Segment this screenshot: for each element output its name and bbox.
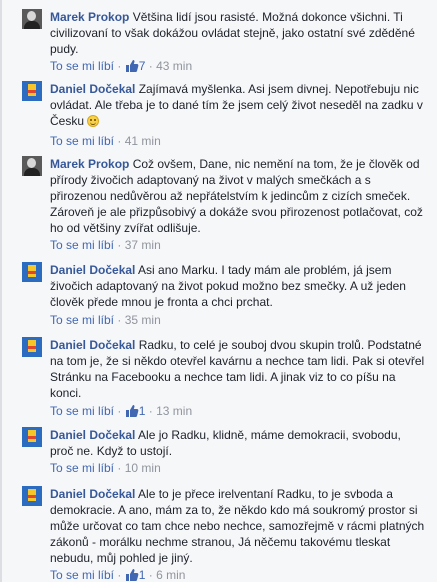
separator: ·	[148, 568, 153, 582]
timestamp[interactable]: 10 min	[125, 461, 161, 475]
comment-body: Marek Prokop Což ovšem, Dane, nic nemění…	[50, 156, 426, 236]
avatar[interactable]	[22, 156, 42, 176]
comment-author[interactable]: Marek Prokop	[50, 157, 129, 171]
avatar[interactable]	[22, 9, 42, 29]
comment-author[interactable]: Daniel Dočekal	[50, 263, 135, 277]
avatar[interactable]	[22, 337, 42, 357]
separator: ·	[148, 404, 153, 418]
comment-actions: To se mi líbí · 7 · 43 min	[50, 58, 192, 74]
comment-body: Daniel Dočekal Asi ano Marku. I tady mám…	[50, 262, 426, 310]
avatar[interactable]	[22, 81, 42, 101]
comment-author[interactable]: Daniel Dočekal	[50, 428, 135, 442]
comment-author[interactable]: Daniel Dočekal	[50, 487, 135, 501]
thumbs-up-icon	[125, 569, 139, 581]
separator: ·	[117, 568, 122, 582]
like-count[interactable]: 7	[139, 59, 146, 73]
comment-body: Marek Prokop Většina lidí jsou rasisté. …	[50, 9, 426, 57]
comment-thread: Marek Prokop Většina lidí jsou rasisté. …	[0, 0, 437, 582]
like-button[interactable]: To se mi líbí	[50, 59, 114, 73]
like-count[interactable]: 1	[139, 568, 146, 582]
separator: ·	[117, 461, 122, 475]
thumbs-up-icon	[125, 60, 139, 72]
like-button[interactable]: To se mi líbí	[50, 134, 114, 148]
avatar[interactable]	[22, 262, 42, 282]
comment-body: Daniel Dočekal Zajímavá myšlenka. Asi js…	[50, 81, 426, 129]
like-count[interactable]: 1	[139, 404, 146, 418]
separator: ·	[148, 59, 153, 73]
comment-actions: To se mi líbí · 10 min	[50, 460, 161, 476]
like-button[interactable]: To se mi líbí	[50, 568, 114, 582]
timestamp[interactable]: 13 min	[156, 404, 192, 418]
comment-body: Daniel Dočekal Ale jo Radku, klidně, mám…	[50, 427, 426, 459]
like-button[interactable]: To se mi líbí	[50, 461, 114, 475]
comment-actions: To se mi líbí · 41 min	[50, 133, 161, 149]
timestamp[interactable]: 37 min	[125, 238, 161, 252]
comment-author[interactable]: Daniel Dočekal	[50, 338, 135, 352]
separator: ·	[117, 404, 122, 418]
thumbs-up-icon	[125, 405, 139, 417]
avatar[interactable]	[22, 486, 42, 506]
comment-body: Daniel Dočekal Ale to je přece irelventa…	[50, 486, 426, 566]
timestamp[interactable]: 41 min	[125, 134, 161, 148]
avatar[interactable]	[22, 427, 42, 447]
separator: ·	[117, 134, 122, 148]
like-button[interactable]: To se mi líbí	[50, 313, 114, 327]
comment-body: Daniel Dočekal Radku, to celé je souboj …	[50, 337, 426, 401]
comment-actions: To se mi líbí · 1 · 6 min	[50, 567, 185, 582]
like-button[interactable]: To se mi líbí	[50, 404, 114, 418]
thread-rail	[0, 0, 2, 582]
like-button[interactable]: To se mi líbí	[50, 238, 114, 252]
smile-emoji-icon	[87, 115, 100, 127]
comment-author[interactable]: Daniel Dočekal	[50, 82, 135, 96]
timestamp[interactable]: 35 min	[125, 313, 161, 327]
separator: ·	[117, 238, 122, 252]
comment-actions: To se mi líbí · 37 min	[50, 237, 161, 253]
comment-author[interactable]: Marek Prokop	[50, 10, 129, 24]
timestamp[interactable]: 6 min	[156, 568, 185, 582]
separator: ·	[117, 313, 122, 327]
comment-actions: To se mi líbí · 1 · 13 min	[50, 403, 192, 419]
comment-actions: To se mi líbí · 35 min	[50, 312, 161, 328]
timestamp[interactable]: 43 min	[156, 59, 192, 73]
separator: ·	[117, 59, 122, 73]
